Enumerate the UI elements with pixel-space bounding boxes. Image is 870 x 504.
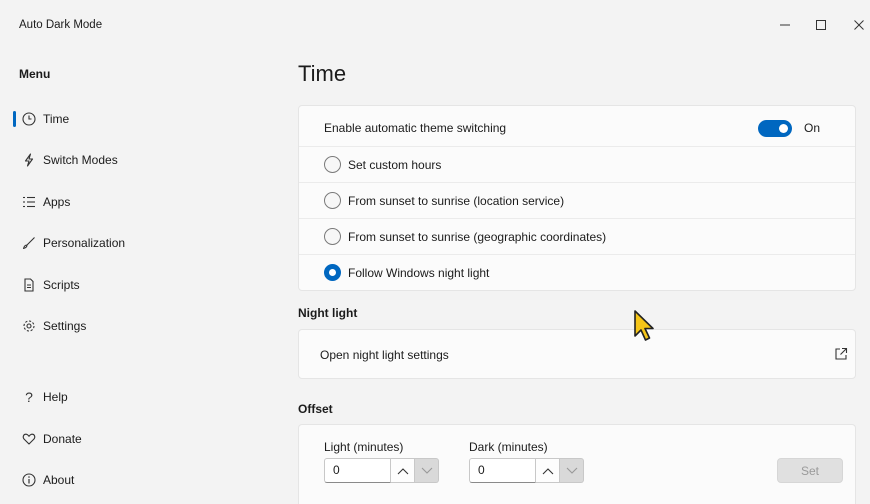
title-bar: Auto Dark Mode	[0, 0, 870, 50]
enable-switching-toggle[interactable]	[758, 119, 792, 137]
chevron-down-icon	[566, 467, 577, 474]
mouse-cursor-icon	[634, 310, 654, 341]
minimize-button[interactable]	[770, 12, 800, 38]
sidebar-item-label: Help	[43, 390, 68, 404]
night-light-section-title: Night light	[298, 306, 358, 320]
chevron-up-icon	[542, 467, 553, 474]
sidebar-item-label: Donate	[43, 432, 82, 446]
option-sunset-coordinates[interactable]: From sunset to sunrise (geographic coord…	[299, 218, 855, 254]
maximize-icon	[816, 20, 826, 30]
option-night-light[interactable]: Follow Windows night light	[299, 254, 855, 290]
sidebar-item-personalization[interactable]: Personalization	[10, 226, 272, 260]
close-button[interactable]	[844, 12, 870, 38]
menu-title: Menu	[19, 67, 51, 81]
sidebar-item-label: About	[43, 473, 75, 487]
light-minutes-label: Light (minutes)	[324, 440, 404, 454]
maximize-button[interactable]	[806, 12, 836, 38]
main-content: Time Enable automatic theme switching On…	[282, 50, 870, 504]
dark-minutes-input[interactable]: 0	[469, 458, 536, 483]
light-minutes-stepper[interactable]: 0	[324, 458, 439, 483]
option-custom-hours[interactable]: Set custom hours	[299, 146, 855, 182]
increment-button[interactable]	[391, 458, 415, 483]
option-sunset-location[interactable]: From sunset to sunrise (location service…	[299, 182, 855, 218]
sidebar-item-apps[interactable]: Apps	[10, 185, 272, 219]
sidebar-item-label: Settings	[43, 319, 87, 333]
offset-card: Light (minutes) 0 Dark (minutes) 0 Set	[298, 424, 856, 504]
gear-icon	[21, 318, 37, 334]
sidebar-item-label: Scripts	[43, 278, 80, 292]
dark-minutes-label: Dark (minutes)	[469, 440, 548, 454]
enable-switching-label: Enable automatic theme switching	[324, 121, 507, 135]
option-label: From sunset to sunrise (location service…	[348, 193, 565, 208]
app-title: Auto Dark Mode	[19, 19, 103, 31]
info-icon	[21, 472, 37, 488]
dark-minutes-stepper[interactable]: 0	[469, 458, 584, 483]
sidebar-item-scripts[interactable]: Scripts	[10, 268, 272, 302]
sidebar: Menu Time Switch Modes Apps Personalizat…	[0, 50, 282, 504]
sidebar-item-switch-modes[interactable]: Switch Modes	[10, 143, 272, 177]
sidebar-item-label: Apps	[43, 195, 71, 209]
question-icon: ?	[25, 389, 33, 405]
list-icon	[21, 194, 37, 210]
radio-button[interactable]	[324, 192, 341, 209]
decrement-button[interactable]	[415, 458, 439, 483]
heart-icon	[21, 431, 37, 447]
sidebar-item-about[interactable]: About	[10, 463, 272, 497]
option-label: Set custom hours	[348, 157, 442, 172]
sidebar-item-donate[interactable]: Donate	[10, 422, 272, 456]
close-icon	[854, 20, 864, 30]
chevron-up-icon	[397, 467, 408, 474]
brush-icon	[21, 235, 37, 251]
clock-icon	[21, 111, 37, 127]
radio-button-checked[interactable]	[324, 264, 341, 281]
sidebar-item-time[interactable]: Time	[10, 102, 272, 136]
decrement-button[interactable]	[560, 458, 584, 483]
enable-switching-row: Enable automatic theme switching On	[299, 110, 855, 146]
toggle-state-label: On	[804, 121, 821, 135]
increment-button[interactable]	[536, 458, 560, 483]
document-icon	[21, 277, 37, 293]
open-night-light-label: Open night light settings	[320, 348, 449, 362]
chevron-down-icon	[421, 467, 432, 474]
option-label: Follow Windows night light	[348, 265, 490, 280]
set-offset-button[interactable]: Set	[777, 458, 843, 483]
sidebar-item-help[interactable]: ? Help	[10, 380, 272, 414]
sidebar-item-label: Switch Modes	[43, 153, 118, 167]
radio-button[interactable]	[324, 156, 341, 173]
light-minutes-input[interactable]: 0	[324, 458, 391, 483]
minimize-icon	[780, 24, 790, 26]
sidebar-item-settings[interactable]: Settings	[10, 309, 272, 343]
external-link-icon	[835, 347, 848, 360]
open-night-light-card[interactable]: Open night light settings	[298, 329, 856, 379]
radio-button[interactable]	[324, 228, 341, 245]
sidebar-item-label: Personalization	[43, 236, 126, 250]
page-title: Time	[298, 61, 347, 86]
offset-section-title: Offset	[298, 402, 333, 416]
lightning-icon	[21, 152, 37, 168]
theme-switching-card: Enable automatic theme switching On Set …	[298, 105, 856, 291]
sidebar-item-label: Time	[43, 112, 70, 126]
option-label: From sunset to sunrise (geographic coord…	[348, 229, 607, 244]
